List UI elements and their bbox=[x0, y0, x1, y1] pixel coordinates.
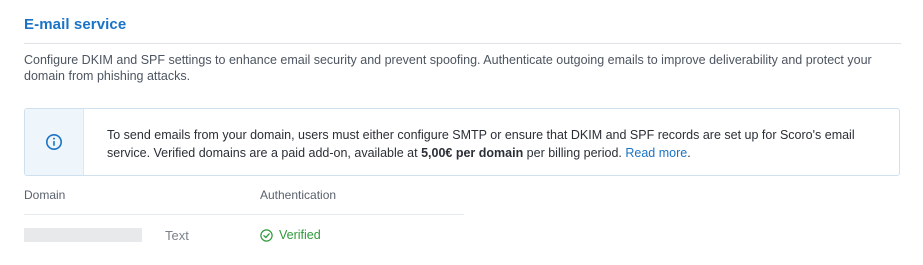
section-description: Configure DKIM and SPF settings to enhan… bbox=[24, 53, 872, 83]
domain-cell: Text bbox=[165, 228, 189, 243]
section-title: E-mail service bbox=[24, 16, 127, 33]
info-icon-container bbox=[25, 109, 84, 175]
read-more-link[interactable]: Read more bbox=[625, 146, 687, 160]
authentication-status-label: Verified bbox=[279, 228, 321, 242]
table-row: Text Verified bbox=[24, 226, 464, 246]
info-text-after: per billing period. bbox=[523, 146, 626, 160]
authentication-status: Verified bbox=[260, 228, 321, 242]
info-price: 5,00€ per domain bbox=[421, 146, 524, 160]
column-header-authentication: Authentication bbox=[260, 188, 337, 202]
info-message: To send emails from your domain, users m… bbox=[107, 126, 877, 162]
column-header-domain: Domain bbox=[24, 188, 66, 202]
info-icon bbox=[46, 134, 62, 150]
email-service-page: E-mail service Configure DKIM and SPF se… bbox=[0, 0, 923, 265]
domain-placeholder-bar bbox=[24, 228, 142, 242]
info-banner: To send emails from your domain, users m… bbox=[24, 108, 900, 176]
table-header-divider bbox=[24, 214, 464, 215]
info-text-end: . bbox=[687, 146, 691, 160]
check-circle-icon bbox=[260, 228, 273, 242]
title-divider bbox=[24, 43, 901, 44]
